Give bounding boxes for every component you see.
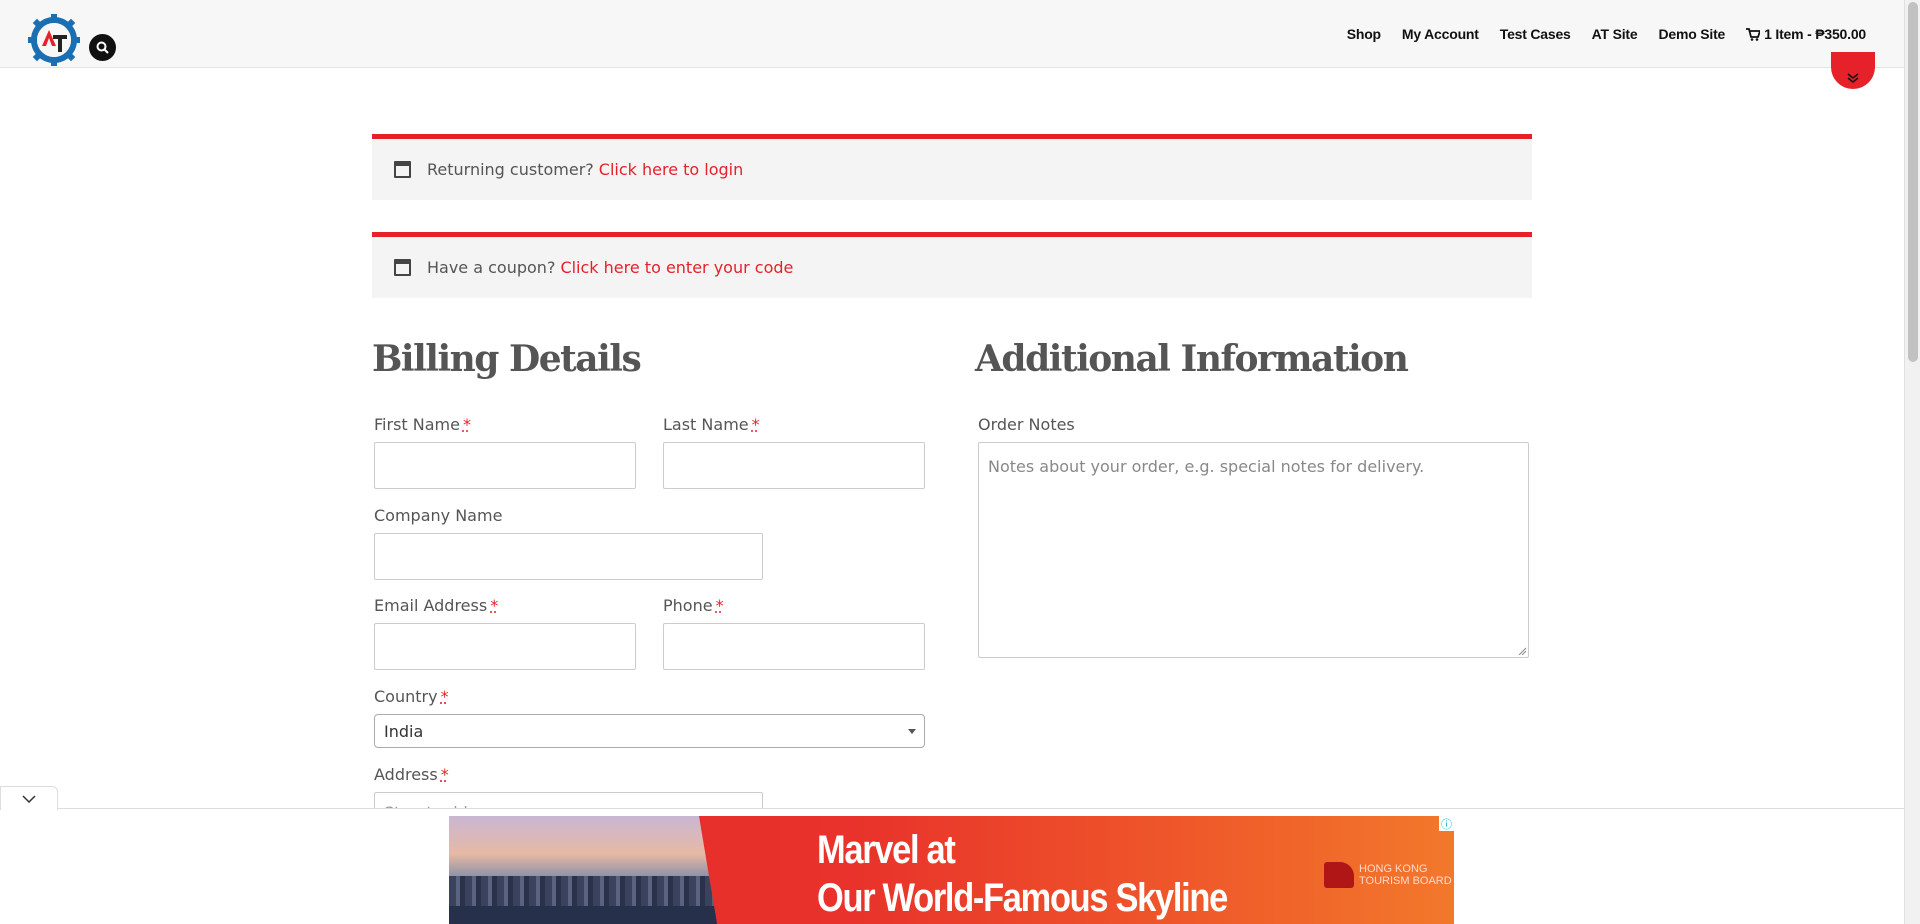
search-icon [96, 41, 109, 54]
email-label: Email Address * [374, 596, 499, 615]
coupon-link[interactable]: Click here to enter your code [560, 258, 793, 277]
double-chevron-down-icon [1847, 73, 1859, 83]
login-link[interactable]: Click here to login [599, 160, 743, 179]
ad-brand-logo: HONG KONG TOURISM BOARD [1324, 862, 1452, 888]
junk-boat-icon [1324, 862, 1354, 888]
country-select[interactable]: India [374, 714, 925, 748]
ad-headline: Marvel at Our World-Famous Skyline [817, 826, 1228, 922]
email-input[interactable] [374, 623, 636, 670]
ad-brand-line-2: TOURISM BOARD [1359, 875, 1452, 887]
skyline-buildings [449, 876, 717, 906]
company-name-input[interactable] [374, 533, 763, 580]
billing-details-heading: Billing Details [372, 338, 642, 380]
nav-test-cases[interactable]: Test Cases [1500, 26, 1571, 42]
ad-info-icon[interactable]: ⓘ [1439, 816, 1454, 831]
chevron-down-icon [22, 794, 36, 803]
phone-input[interactable] [663, 623, 925, 670]
skyline-photo [449, 816, 717, 924]
nav-cart[interactable]: 1 Item - ₱350.00 [1746, 26, 1866, 42]
cart-summary: 1 Item - ₱350.00 [1764, 26, 1866, 42]
order-notes-textarea[interactable]: Notes about your order, e.g. special not… [978, 442, 1529, 658]
scroll-down-button[interactable] [1831, 52, 1875, 89]
nav-my-account[interactable]: My Account [1402, 26, 1479, 42]
advertisement-banner[interactable]: Marvel at Our World-Famous Skyline HONG … [449, 816, 1454, 924]
order-notes-label: Order Notes [978, 415, 1075, 434]
dropdown-arrow-icon [908, 729, 916, 734]
site-header: Shop My Account Test Cases AT Site Demo … [0, 0, 1904, 68]
first-name-input[interactable] [374, 442, 636, 489]
ad-brand-line-1: HONG KONG [1359, 863, 1428, 875]
ad-headline-line-1: Marvel at [817, 828, 956, 872]
first-name-label: First Name * [374, 415, 471, 434]
nav-at-site[interactable]: AT Site [1592, 26, 1638, 42]
coupon-notice: Have a coupon? Click here to enter your … [372, 232, 1532, 298]
company-name-label: Company Name [374, 506, 503, 525]
additional-information-heading: Additional Information [975, 338, 1409, 380]
phone-label: Phone * [663, 596, 724, 615]
returning-customer-notice: Returning customer? Click here to login [372, 134, 1532, 200]
scrollbar-thumb[interactable] [1908, 2, 1918, 362]
country-label: Country * [374, 687, 449, 706]
window-icon [394, 259, 411, 276]
site-logo[interactable] [28, 14, 80, 66]
order-notes-placeholder: Notes about your order, e.g. special not… [988, 457, 1425, 476]
main-nav: Shop My Account Test Cases AT Site Demo … [1326, 26, 1866, 42]
nav-demo-site[interactable]: Demo Site [1658, 26, 1725, 42]
harbor-water [449, 906, 717, 924]
ad-collapse-toggle[interactable] [0, 786, 58, 810]
country-selected-value: India [384, 721, 424, 741]
last-name-label: Last Name * [663, 415, 760, 434]
returning-customer-text: Returning customer? [427, 160, 594, 179]
page-scrollbar[interactable] [1904, 0, 1920, 924]
resize-grip-icon[interactable] [1518, 647, 1526, 655]
window-icon [394, 161, 411, 178]
ad-headline-line-2: Our World-Famous Skyline [817, 876, 1228, 920]
nav-shop[interactable]: Shop [1347, 26, 1381, 42]
cart-icon [1746, 27, 1761, 41]
address-label: Address * [374, 765, 449, 784]
search-button[interactable] [89, 34, 116, 61]
coupon-text: Have a coupon? [427, 258, 556, 277]
last-name-input[interactable] [663, 442, 925, 489]
